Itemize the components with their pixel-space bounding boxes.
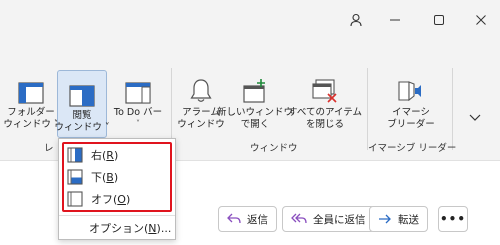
reading-pane-label-1: 閲覧 [72, 110, 92, 121]
maximize-button[interactable] [424, 8, 454, 32]
folder-pane-label-1: フォルダー [7, 107, 55, 118]
menu-item-right-suffix: ) [113, 149, 119, 162]
open-new-window-button[interactable]: 新しいウィンドウ で開く [217, 68, 293, 138]
forward-label: 転送 [398, 213, 419, 226]
menu-item-bottom-key: B [106, 171, 114, 184]
reading-pane-button[interactable]: 閲覧 ウィンドウ ˅ [54, 70, 110, 138]
more-actions-button[interactable]: ••• [438, 206, 468, 232]
ribbon-separator [367, 68, 368, 150]
immersive-reader-label-1: イマーシ [392, 107, 430, 118]
menu-item-bottom-suffix: ) [113, 171, 119, 184]
todo-bar-chevron: ˅ [136, 119, 140, 128]
close-all-items-label-1: すべてのアイテム [288, 107, 363, 118]
menu-item-options[interactable]: オプション(N)... [89, 220, 171, 236]
menu-item-bottom-label: 下( [91, 171, 107, 184]
new-window-icon [235, 70, 275, 104]
menu-item-off-key: O [117, 193, 126, 206]
reading-pane-icon [62, 73, 102, 107]
menu-item-off[interactable]: オフ(O) [67, 189, 130, 209]
close-all-items-button[interactable]: すべてのアイテム を閉じる [288, 68, 363, 138]
reminders-button[interactable]: アラーム ウィンドウ [177, 68, 225, 138]
close-window-button[interactable] [466, 8, 496, 32]
folder-pane-button[interactable]: フォルダー ウィンドウ ˅ [3, 68, 59, 138]
pane-bottom-icon [67, 169, 83, 185]
menu-item-options-suffix: )... [156, 222, 172, 235]
chevron-down-icon [469, 114, 481, 121]
reminders-label-1: アラーム [182, 107, 220, 118]
menu-item-bottom[interactable]: 下(B) [67, 167, 118, 187]
forward-arrow-icon [379, 214, 391, 224]
open-new-window-label-1: 新しいウィンドウ [217, 107, 294, 118]
menu-item-right[interactable]: 右(R) [67, 145, 118, 165]
folder-pane-label-2: ウィンドウ ˅ [3, 119, 59, 130]
open-new-window-label-2: で開く [240, 119, 270, 130]
minimize-button[interactable] [380, 8, 410, 32]
folder-pane-icon [11, 70, 51, 104]
close-all-items-label-2: を閉じる [305, 119, 344, 130]
more-icon: ••• [439, 212, 466, 226]
minimize-icon [390, 19, 400, 21]
immersive-reader-label-2: ブリーダー [387, 119, 435, 130]
menu-separator [59, 215, 175, 216]
menu-item-off-suffix: ) [125, 193, 131, 206]
group-label-immersive: イマーシブ リーダー [368, 143, 457, 154]
reading-pane-dropdown: 右(R) 下(B) オフ(O) オプション(N)... [58, 138, 176, 240]
reply-all-icon [291, 213, 307, 224]
forward-button[interactable]: 転送 [369, 206, 428, 232]
maximize-icon [434, 15, 444, 25]
reply-all-label: 全員に返信 [313, 213, 366, 226]
immersive-reader-icon [391, 70, 431, 104]
pane-off-icon [67, 191, 83, 207]
group-label-layout: レ [44, 143, 54, 154]
reply-icon [227, 213, 241, 224]
todo-bar-icon [118, 70, 158, 104]
todo-bar-button[interactable]: To Do バー ˅ [110, 68, 166, 138]
todo-bar-label-1: To Do バー [113, 107, 163, 118]
menu-item-right-label: 右( [91, 149, 107, 162]
menu-item-off-label: オフ( [91, 193, 118, 206]
reply-all-button[interactable]: 全員に返信 [282, 206, 375, 232]
collapse-ribbon-button[interactable] [468, 108, 482, 121]
pane-right-icon [67, 147, 83, 163]
bell-icon [181, 70, 221, 104]
reply-label: 返信 [247, 213, 268, 226]
account-icon[interactable] [344, 8, 368, 32]
reading-pane-label-2: ウィンドウ ˅ [54, 122, 110, 133]
title-bar [0, 0, 500, 40]
reminders-label-2: ウィンドウ [177, 119, 225, 130]
close-all-icon [305, 70, 345, 104]
menu-item-right-key: R [106, 149, 114, 162]
immersive-reader-button[interactable]: イマーシ ブリーダー [380, 68, 442, 138]
menu-item-options-key: N [148, 222, 157, 235]
ribbon-separator [452, 68, 453, 150]
menu-item-options-label: オプション( [89, 222, 149, 235]
group-label-window: ウィンドウ [250, 143, 298, 154]
close-icon [476, 15, 486, 25]
reply-button[interactable]: 返信 [218, 206, 277, 232]
